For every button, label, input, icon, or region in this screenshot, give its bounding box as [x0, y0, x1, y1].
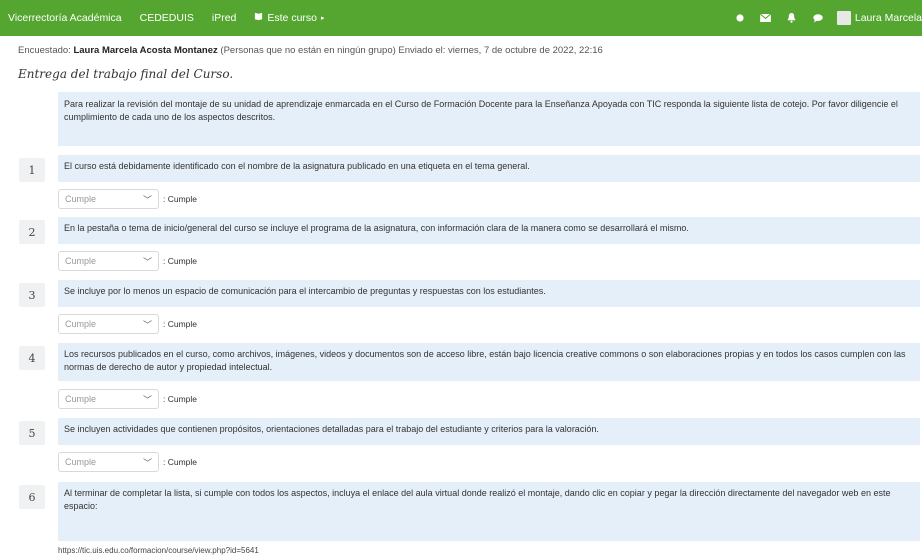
question-number: 2 [19, 220, 45, 244]
question-number: 5 [19, 421, 45, 445]
answer-value: : Cumple [163, 394, 198, 404]
globe-icon[interactable] [727, 0, 753, 36]
nav-item-vicerrectoria[interactable]: Vicerrectoría Académica [8, 12, 122, 24]
caret-right-icon: ▸ [321, 15, 325, 22]
envelope-icon[interactable] [753, 0, 779, 36]
chat-bubble-icon[interactable] [805, 0, 831, 36]
nav-item-ipred[interactable]: iPred [212, 12, 237, 24]
nav-user-area: Laura Marcela [727, 0, 922, 36]
nav-item-este-curso[interactable]: Este curso ▸ [254, 12, 325, 24]
nav-item-este-curso-label: Este curso [267, 12, 317, 24]
chevron-down-icon: ﹀ [142, 256, 152, 267]
answer-value: : Cumple [163, 256, 198, 266]
answer-row: Cumple ﹀ : Cumple [58, 189, 197, 209]
answer-select[interactable]: Cumple ﹀ [58, 251, 159, 271]
question-text: Al terminar de completar la lista, si cu… [58, 482, 920, 541]
response-details: (Personas que no están en ningún grupo) … [220, 45, 603, 56]
question-number: 1 [19, 158, 45, 182]
top-navbar: Vicerrectoría Académica CEDEDUIS iPred E… [0, 0, 922, 36]
question-text: Se incluyen actividades que contienen pr… [58, 418, 920, 445]
answer-value: : Cumple [163, 194, 198, 204]
bell-icon[interactable] [779, 0, 805, 36]
chevron-down-icon: ﹀ [142, 194, 152, 205]
answer-row: Cumple ﹀ : Cumple [58, 452, 197, 472]
question-number: 4 [19, 346, 45, 370]
answer-select-value: Cumple [65, 319, 97, 329]
question-text: Se incluye por lo menos un espacio de co… [58, 280, 920, 307]
answer-select-value: Cumple [65, 457, 97, 467]
answer-row: Cumple ﹀ : Cumple [58, 251, 197, 271]
answer-select[interactable]: Cumple ﹀ [58, 389, 159, 409]
chevron-down-icon: ﹀ [142, 457, 152, 468]
answer-select-value: Cumple [65, 194, 97, 204]
answer-value: : Cumple [163, 319, 198, 329]
answer-row: Cumple ﹀ : Cumple [58, 389, 197, 409]
answer-row: Cumple ﹀ : Cumple [58, 314, 197, 334]
intro-instructions: Para realizar la revisión del montaje de… [58, 92, 920, 146]
chevron-down-icon: ﹀ [142, 394, 152, 405]
answer-select-value: Cumple [65, 256, 97, 266]
nav-menu: Vicerrectoría Académica CEDEDUIS iPred E… [0, 12, 343, 24]
answer-value: : Cumple [163, 457, 198, 467]
question-text: El curso está debidamente identificado c… [58, 155, 920, 182]
user-menu[interactable]: Laura Marcela [836, 11, 922, 25]
response-meta: Encuestado: Laura Marcela Acosta Montane… [18, 45, 603, 56]
nav-item-cededuis[interactable]: CEDEDUIS [140, 12, 194, 24]
chevron-down-icon: ﹀ [142, 319, 152, 330]
respondent-prefix: Encuestado: [18, 45, 71, 56]
respondent-name[interactable]: Laura Marcela Acosta Montanez [73, 45, 217, 56]
question-text: En la pestaña o tema de inicio/general d… [58, 217, 920, 244]
answer-select[interactable]: Cumple ﹀ [58, 189, 159, 209]
answer-select[interactable]: Cumple ﹀ [58, 314, 159, 334]
question-number: 6 [19, 485, 45, 509]
answer-url[interactable]: https://tic.uis.edu.co/formacion/course/… [58, 546, 259, 555]
book-icon [254, 12, 263, 24]
question-number: 3 [19, 283, 45, 307]
answer-select-value: Cumple [65, 394, 97, 404]
answer-select[interactable]: Cumple ﹀ [58, 452, 159, 472]
page-title: Entrega del trabajo final del Curso. [18, 67, 234, 81]
question-text: Los recursos publicados en el curso, com… [58, 343, 920, 381]
user-name: Laura Marcela [854, 12, 922, 24]
avatar [836, 11, 851, 25]
